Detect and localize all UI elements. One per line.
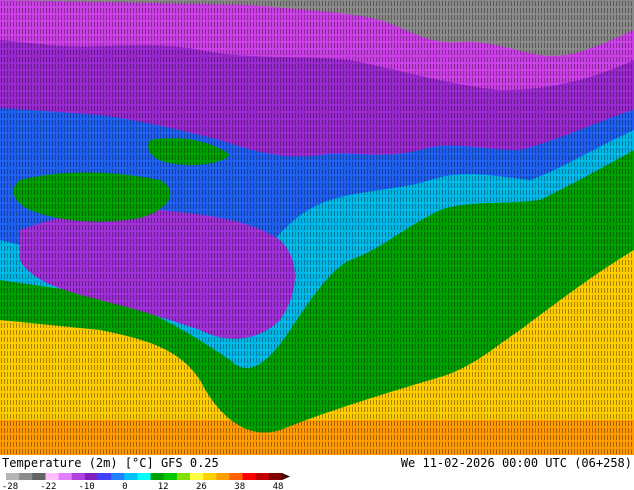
valid-time-label: We 11-02-2026 00:00 UTC (06+258) [400, 456, 632, 470]
legend-color-swatch [150, 473, 165, 480]
map-title: Temperature (2m) [°C] GFS 0.25 [2, 456, 219, 470]
legend-tick-label: -10 [78, 482, 94, 490]
legend-color-swatch [84, 473, 99, 480]
color-scale-legend: -28 -22 -10 0 12 26 38 48 [2, 473, 290, 490]
legend-color-swatch [111, 473, 125, 480]
temperature-map [0, 0, 634, 455]
legend-tick-label: -28 [2, 482, 18, 490]
model-label: GFS 0.25 [160, 456, 219, 470]
legend-tick-label: -22 [40, 482, 56, 490]
legend-tick-label: 48 [273, 482, 284, 490]
legend-color-swatch [71, 473, 86, 480]
legend-color-swatch [58, 473, 73, 480]
legend-color-swatch [255, 473, 270, 480]
legend-color-swatch [268, 473, 283, 480]
legend-tick-label: 26 [196, 482, 207, 490]
legend-tick-label: 12 [158, 482, 169, 490]
legend-color-swatch [124, 473, 138, 480]
legend-color-swatch [6, 473, 20, 480]
product-label: Temperature (2m) [°C] [2, 456, 154, 470]
legend-color-swatch [229, 473, 244, 480]
map-footer: Temperature (2m) [°C] GFS 0.25 We 11-02-… [0, 455, 634, 490]
value-label-texture [0, 0, 634, 455]
legend-color-swatch [19, 473, 33, 480]
legend-tick-label: 0 [122, 482, 127, 490]
legend-color-swatch [137, 473, 152, 480]
legend-color-swatch [176, 473, 191, 480]
legend-color-swatch [98, 473, 112, 480]
legend-color-swatch [216, 473, 230, 480]
legend-color-swatch [45, 473, 60, 480]
legend-color-swatch [190, 473, 204, 480]
legend-arrow [282, 473, 290, 480]
legend-color-swatch [32, 473, 46, 480]
legend-color-swatch [163, 473, 178, 480]
legend-color-swatch [203, 473, 217, 480]
legend-tick-label: 38 [234, 482, 245, 490]
legend-color-swatch [242, 473, 257, 480]
